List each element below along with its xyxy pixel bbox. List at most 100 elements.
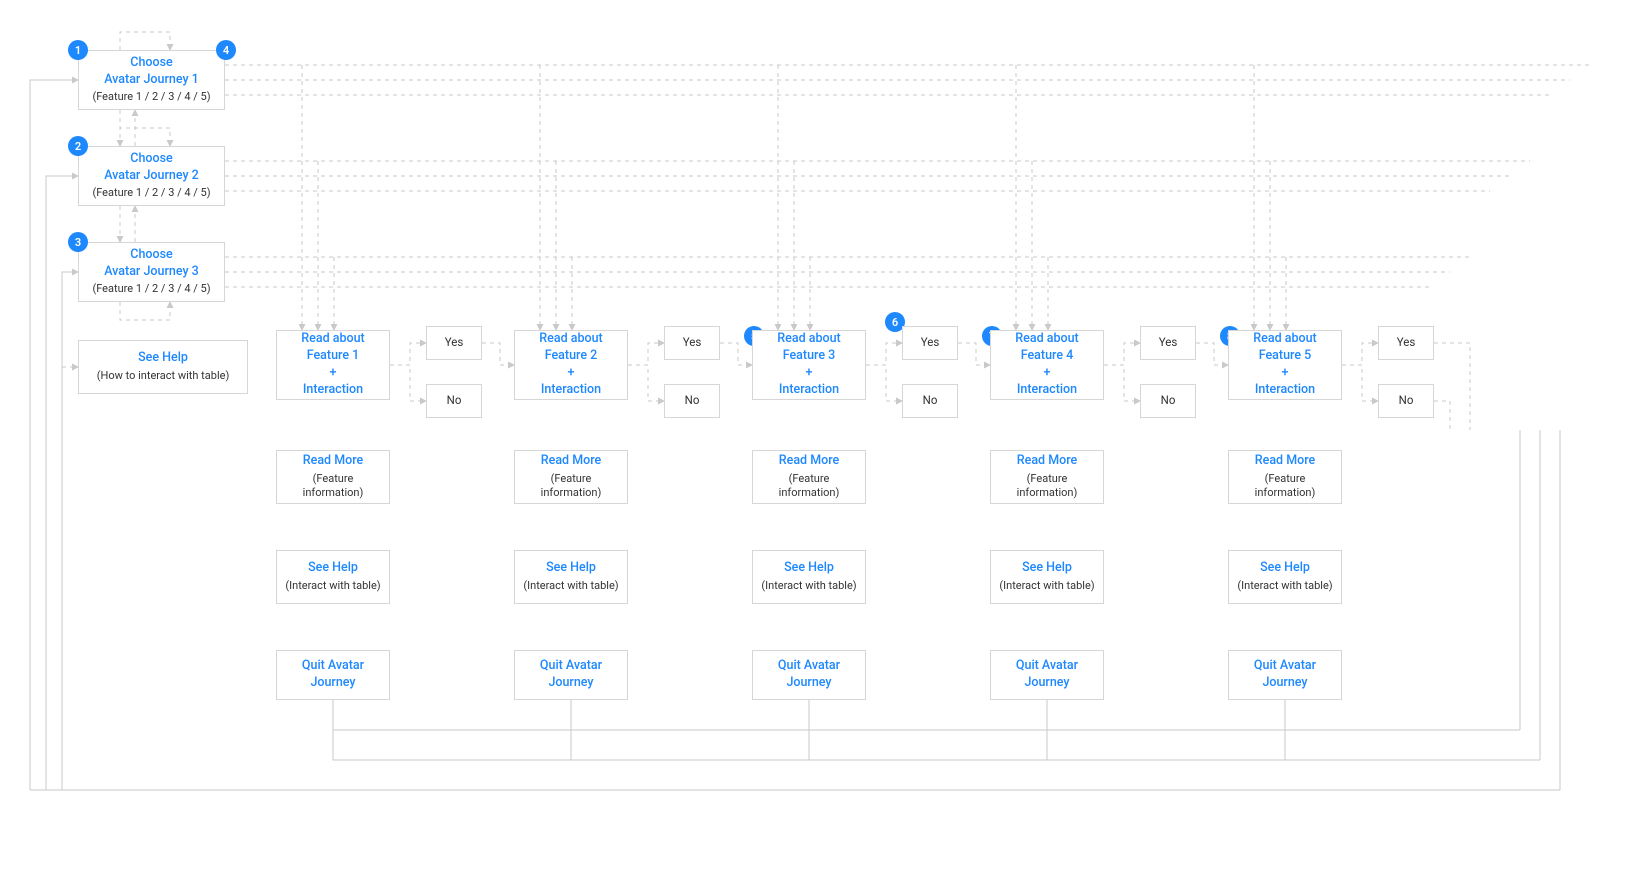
feature-2-l2: Feature 2 <box>545 348 598 365</box>
feature-5-box: Read about Feature 5 + Interaction <box>1228 330 1342 400</box>
see-help-top-box: See Help (How to interact with table) <box>78 340 248 394</box>
read-more-4-title: Read More <box>1017 453 1077 470</box>
feature-4-l2: Feature 4 <box>1021 348 1074 365</box>
see-help-1-title: See Help <box>308 560 358 577</box>
journey-2-title-l2: Avatar Journey 2 <box>104 168 199 185</box>
journey-2-sub: (Feature 1 / 2 / 3 / 4 / 5) <box>92 186 210 201</box>
quit-3-box: Quit Avatar Journey <box>752 650 866 700</box>
feature-5-l3: + <box>1282 365 1289 382</box>
connector-layer <box>0 0 1635 871</box>
quit-5-l2: Journey <box>1262 675 1307 692</box>
no-5-box: No <box>1378 384 1434 418</box>
read-more-1-sub: (Feature information) <box>285 472 381 502</box>
feature-2-l4: Interaction <box>541 382 601 399</box>
quit-5-l1: Quit Avatar <box>1254 658 1316 675</box>
quit-2-l1: Quit Avatar <box>540 658 602 675</box>
feature-2-l1: Read about <box>539 331 602 348</box>
badge-4: 4 <box>216 40 236 60</box>
journey-1-box: Choose Avatar Journey 1 (Feature 1 / 2 /… <box>78 50 225 110</box>
feature-5-l2: Feature 5 <box>1259 348 1312 365</box>
no-4-box: No <box>1140 384 1196 418</box>
see-help-4-box: See Help (Interact with table) <box>990 550 1104 604</box>
yes-5-box: Yes <box>1378 326 1434 360</box>
read-more-4-sub: (Feature information) <box>999 472 1095 502</box>
journey-3-sub: (Feature 1 / 2 / 3 / 4 / 5) <box>92 282 210 297</box>
feature-4-box: Read about Feature 4 + Interaction <box>990 330 1104 400</box>
see-help-4-sub: (Interact with table) <box>999 579 1094 594</box>
feature-1-l2: Feature 1 <box>307 348 360 365</box>
quit-1-l2: Journey <box>310 675 355 692</box>
read-more-3-sub: (Feature information) <box>761 472 857 502</box>
no-1-box: No <box>426 384 482 418</box>
see-help-1-box: See Help (Interact with table) <box>276 550 390 604</box>
feature-3-l2: Feature 3 <box>783 348 836 365</box>
see-help-top-title: See Help <box>138 350 188 367</box>
see-help-1-sub: (Interact with table) <box>285 579 380 594</box>
journey-1-sub: (Feature 1 / 2 / 3 / 4 / 5) <box>92 90 210 105</box>
yes-1-box: Yes <box>426 326 482 360</box>
quit-2-box: Quit Avatar Journey <box>514 650 628 700</box>
journey-1-title-l2: Avatar Journey 1 <box>104 72 199 89</box>
no-2-box: No <box>664 384 720 418</box>
feature-2-box: Read about Feature 2 + Interaction <box>514 330 628 400</box>
see-help-3-sub: (Interact with table) <box>761 579 856 594</box>
quit-1-l1: Quit Avatar <box>302 658 364 675</box>
feature-4-l4: Interaction <box>1017 382 1077 399</box>
feature-5-l1: Read about <box>1253 331 1316 348</box>
see-help-3-box: See Help (Interact with table) <box>752 550 866 604</box>
read-more-1-box: Read More (Feature information) <box>276 450 390 504</box>
quit-4-l2: Journey <box>1024 675 1069 692</box>
see-help-3-title: See Help <box>784 560 834 577</box>
yes-3-box: Yes <box>902 326 958 360</box>
badge-2: 2 <box>68 136 88 156</box>
feature-4-l1: Read about <box>1015 331 1078 348</box>
read-more-3-title: Read More <box>779 453 839 470</box>
see-help-5-title: See Help <box>1260 560 1310 577</box>
see-help-5-box: See Help (Interact with table) <box>1228 550 1342 604</box>
journey-3-title-l2: Avatar Journey 3 <box>104 264 199 281</box>
see-help-5-sub: (Interact with table) <box>1237 579 1332 594</box>
quit-4-l1: Quit Avatar <box>1016 658 1078 675</box>
feature-3-box: Read about Feature 3 + Interaction <box>752 330 866 400</box>
feature-3-l3: + <box>806 365 813 382</box>
no-3-box: No <box>902 384 958 418</box>
yes-2-box: Yes <box>664 326 720 360</box>
read-more-5-title: Read More <box>1255 453 1315 470</box>
quit-4-box: Quit Avatar Journey <box>990 650 1104 700</box>
feature-2-l3: + <box>568 365 575 382</box>
feature-1-box: Read about Feature 1 + Interaction <box>276 330 390 400</box>
see-help-4-title: See Help <box>1022 560 1072 577</box>
journey-3-box: Choose Avatar Journey 3 (Feature 1 / 2 /… <box>78 242 225 302</box>
journey-2-title-l1: Choose <box>130 151 172 168</box>
read-more-2-box: Read More (Feature information) <box>514 450 628 504</box>
read-more-5-sub: (Feature information) <box>1237 472 1333 502</box>
read-more-3-box: Read More (Feature information) <box>752 450 866 504</box>
quit-1-box: Quit Avatar Journey <box>276 650 390 700</box>
feature-5-l4: Interaction <box>1255 382 1315 399</box>
read-more-2-sub: (Feature information) <box>523 472 619 502</box>
yes-4-box: Yes <box>1140 326 1196 360</box>
badge-1: 1 <box>68 40 88 60</box>
feature-1-l3: + <box>330 365 337 382</box>
feature-1-l4: Interaction <box>303 382 363 399</box>
see-help-2-box: See Help (Interact with table) <box>514 550 628 604</box>
feature-1-l1: Read about <box>301 331 364 348</box>
journey-3-title-l1: Choose <box>130 247 172 264</box>
feature-4-l3: + <box>1044 365 1051 382</box>
see-help-2-sub: (Interact with table) <box>523 579 618 594</box>
feature-3-l1: Read about <box>777 331 840 348</box>
quit-5-box: Quit Avatar Journey <box>1228 650 1342 700</box>
badge-3: 3 <box>68 232 88 252</box>
see-help-top-sub: (How to interact with table) <box>97 369 230 384</box>
read-more-5-box: Read More (Feature information) <box>1228 450 1342 504</box>
journey-2-box: Choose Avatar Journey 2 (Feature 1 / 2 /… <box>78 146 225 206</box>
see-help-2-title: See Help <box>546 560 596 577</box>
quit-3-l2: Journey <box>786 675 831 692</box>
journey-1-title-l1: Choose <box>130 55 172 72</box>
read-more-4-box: Read More (Feature information) <box>990 450 1104 504</box>
read-more-2-title: Read More <box>541 453 601 470</box>
quit-3-l1: Quit Avatar <box>778 658 840 675</box>
read-more-1-title: Read More <box>303 453 363 470</box>
quit-2-l2: Journey <box>548 675 593 692</box>
feature-3-l4: Interaction <box>779 382 839 399</box>
